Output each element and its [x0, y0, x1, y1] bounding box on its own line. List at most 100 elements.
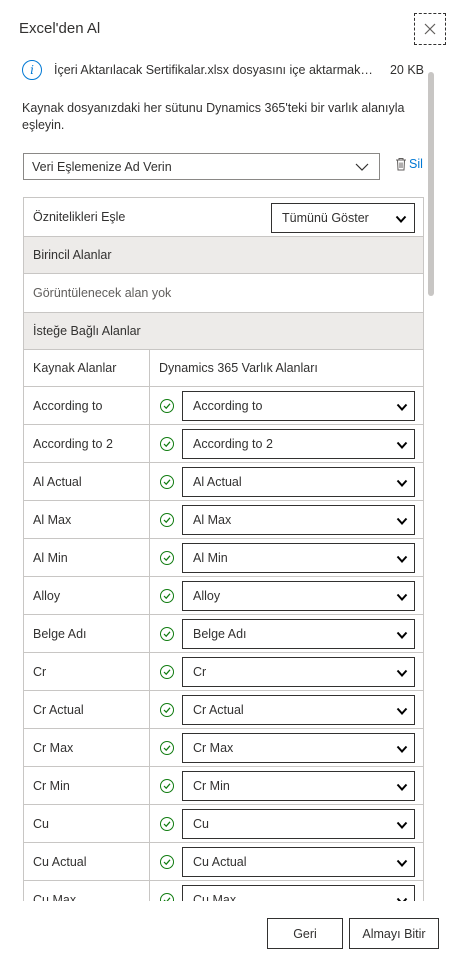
- target-field-select[interactable]: Belge Adı: [182, 619, 415, 649]
- target-field-value: Cu Max: [193, 893, 237, 901]
- table-row: Cr Max Cr Max: [24, 729, 423, 767]
- delete-button[interactable]: Sil: [395, 157, 423, 171]
- chevron-down-icon: [396, 517, 408, 525]
- target-field-select[interactable]: Al Max: [182, 505, 415, 535]
- mapping-name-value: Veri Eşlemenize Ad Verin: [32, 159, 172, 174]
- check-circle-icon: [160, 474, 174, 489]
- chevron-down-icon: [396, 821, 408, 829]
- table-row: Al Max Al Max: [24, 501, 423, 539]
- target-cell: Al Max: [150, 501, 423, 538]
- chevron-down-icon: [396, 403, 408, 411]
- table-row: Belge Adı Belge Adı: [24, 615, 423, 653]
- source-field: Cr Max: [24, 729, 150, 766]
- close-button[interactable]: [414, 13, 446, 45]
- primary-empty-text: Görüntülenecek alan yok: [33, 286, 172, 300]
- check-circle-icon: [160, 664, 174, 679]
- target-cell: Cr Actual: [150, 691, 423, 728]
- table-row: According to According to: [24, 387, 423, 425]
- source-field: Cu Actual: [24, 843, 150, 880]
- target-field-select[interactable]: Cr Min: [182, 771, 415, 801]
- table-row: Cr Min Cr Min: [24, 767, 423, 805]
- close-icon: [424, 23, 436, 35]
- checkmark-icon: [163, 478, 171, 485]
- primary-section-header: Birincil Alanlar: [24, 237, 423, 274]
- target-cell: According to 2: [150, 425, 423, 462]
- show-all-select[interactable]: Tümünü Göster: [271, 203, 415, 233]
- back-button[interactable]: Geri: [267, 918, 343, 949]
- check-circle-icon: [160, 512, 174, 527]
- table-row: Al Min Al Min: [24, 539, 423, 577]
- source-field: Al Min: [24, 539, 150, 576]
- target-field-select[interactable]: Alloy: [182, 581, 415, 611]
- checkmark-icon: [163, 668, 171, 675]
- table-row: Al Actual Al Actual: [24, 463, 423, 501]
- target-cell: According to: [150, 387, 423, 424]
- target-field-value: Cu Actual: [193, 855, 247, 869]
- checkmark-icon: [163, 820, 171, 827]
- instruction-text: Kaynak dosyanızdaki her sütunu Dynamics …: [22, 101, 405, 132]
- check-circle-icon: [160, 740, 174, 755]
- check-circle-icon: [160, 626, 174, 641]
- target-field-select[interactable]: Al Min: [182, 543, 415, 573]
- chevron-down-icon: [396, 745, 408, 753]
- check-circle-icon: [160, 398, 174, 413]
- target-field-value: Alloy: [193, 589, 221, 603]
- scrollbar-thumb[interactable]: [428, 72, 434, 296]
- target-field-select[interactable]: Cu Actual: [182, 847, 415, 877]
- dialog-title: Excel'den Al: [19, 20, 101, 37]
- source-field: Al Max: [24, 501, 150, 538]
- target-field-select[interactable]: According to 2: [182, 429, 415, 459]
- check-circle-icon: [160, 778, 174, 793]
- check-circle-icon: [160, 702, 174, 717]
- target-field-select[interactable]: According to: [182, 391, 415, 421]
- target-field-select[interactable]: Al Actual: [182, 467, 415, 497]
- table-row: Cu Cu: [24, 805, 423, 843]
- mapping-table[interactable]: Öznitelikleri Eşle Tümünü Göster Birinci…: [23, 197, 424, 901]
- chevron-down-icon: [396, 479, 408, 487]
- chevron-down-icon: [355, 163, 369, 171]
- target-field-value: Cr Min: [193, 779, 230, 793]
- show-all-value: Tümünü Göster: [282, 211, 369, 225]
- attributes-header-label: Öznitelikleri Eşle: [33, 210, 126, 224]
- checkmark-icon: [163, 858, 171, 865]
- checkmark-icon: [163, 592, 171, 599]
- target-field-select[interactable]: Cr: [182, 657, 415, 687]
- optional-section-header: İsteğe Bağlı Alanlar: [24, 313, 423, 350]
- target-field-select[interactable]: Cr Actual: [182, 695, 415, 725]
- checkmark-icon: [163, 896, 171, 901]
- table-row: Alloy Alloy: [24, 577, 423, 615]
- target-cell: Belge Adı: [150, 615, 423, 652]
- target-field-select[interactable]: Cr Max: [182, 733, 415, 763]
- target-field-value: Belge Adı: [193, 627, 247, 641]
- file-info-row: i İçeri Aktarılacak Sertifikalar.xlsx do…: [22, 58, 424, 82]
- column-header-target: Dynamics 365 Varlık Alanları: [159, 361, 318, 375]
- optional-section-label: İsteğe Bağlı Alanlar: [33, 324, 141, 338]
- checkmark-icon: [163, 744, 171, 751]
- target-field-select[interactable]: Cu: [182, 809, 415, 839]
- primary-section-label: Birincil Alanlar: [33, 248, 112, 262]
- column-header-source: Kaynak Alanlar: [24, 350, 150, 386]
- checkmark-icon: [163, 516, 171, 523]
- chevron-down-icon: [396, 631, 408, 639]
- target-cell: Alloy: [150, 577, 423, 614]
- target-cell: Cu Actual: [150, 843, 423, 880]
- source-field: Cr Min: [24, 767, 150, 804]
- chevron-down-icon: [396, 859, 408, 867]
- file-size: 20 KB: [389, 63, 424, 77]
- check-circle-icon: [160, 892, 174, 901]
- finish-import-button[interactable]: Almayı Bitir: [349, 918, 439, 949]
- checkmark-icon: [163, 782, 171, 789]
- chevron-down-icon: [396, 441, 408, 449]
- checkmark-icon: [163, 630, 171, 637]
- target-field-select[interactable]: Cu Max: [182, 885, 415, 901]
- table-row: Cr Actual Cr Actual: [24, 691, 423, 729]
- target-cell: Cr Max: [150, 729, 423, 766]
- target-field-value: Cr Max: [193, 741, 234, 755]
- target-field-value: Al Actual: [193, 475, 242, 489]
- chevron-down-icon: [396, 555, 408, 563]
- target-field-value: Cr Actual: [193, 703, 244, 717]
- chevron-down-icon: [395, 215, 407, 223]
- primary-empty-row: Görüntülenecek alan yok: [24, 274, 423, 313]
- mapping-name-dropdown[interactable]: Veri Eşlemenize Ad Verin: [23, 153, 380, 180]
- check-circle-icon: [160, 436, 174, 451]
